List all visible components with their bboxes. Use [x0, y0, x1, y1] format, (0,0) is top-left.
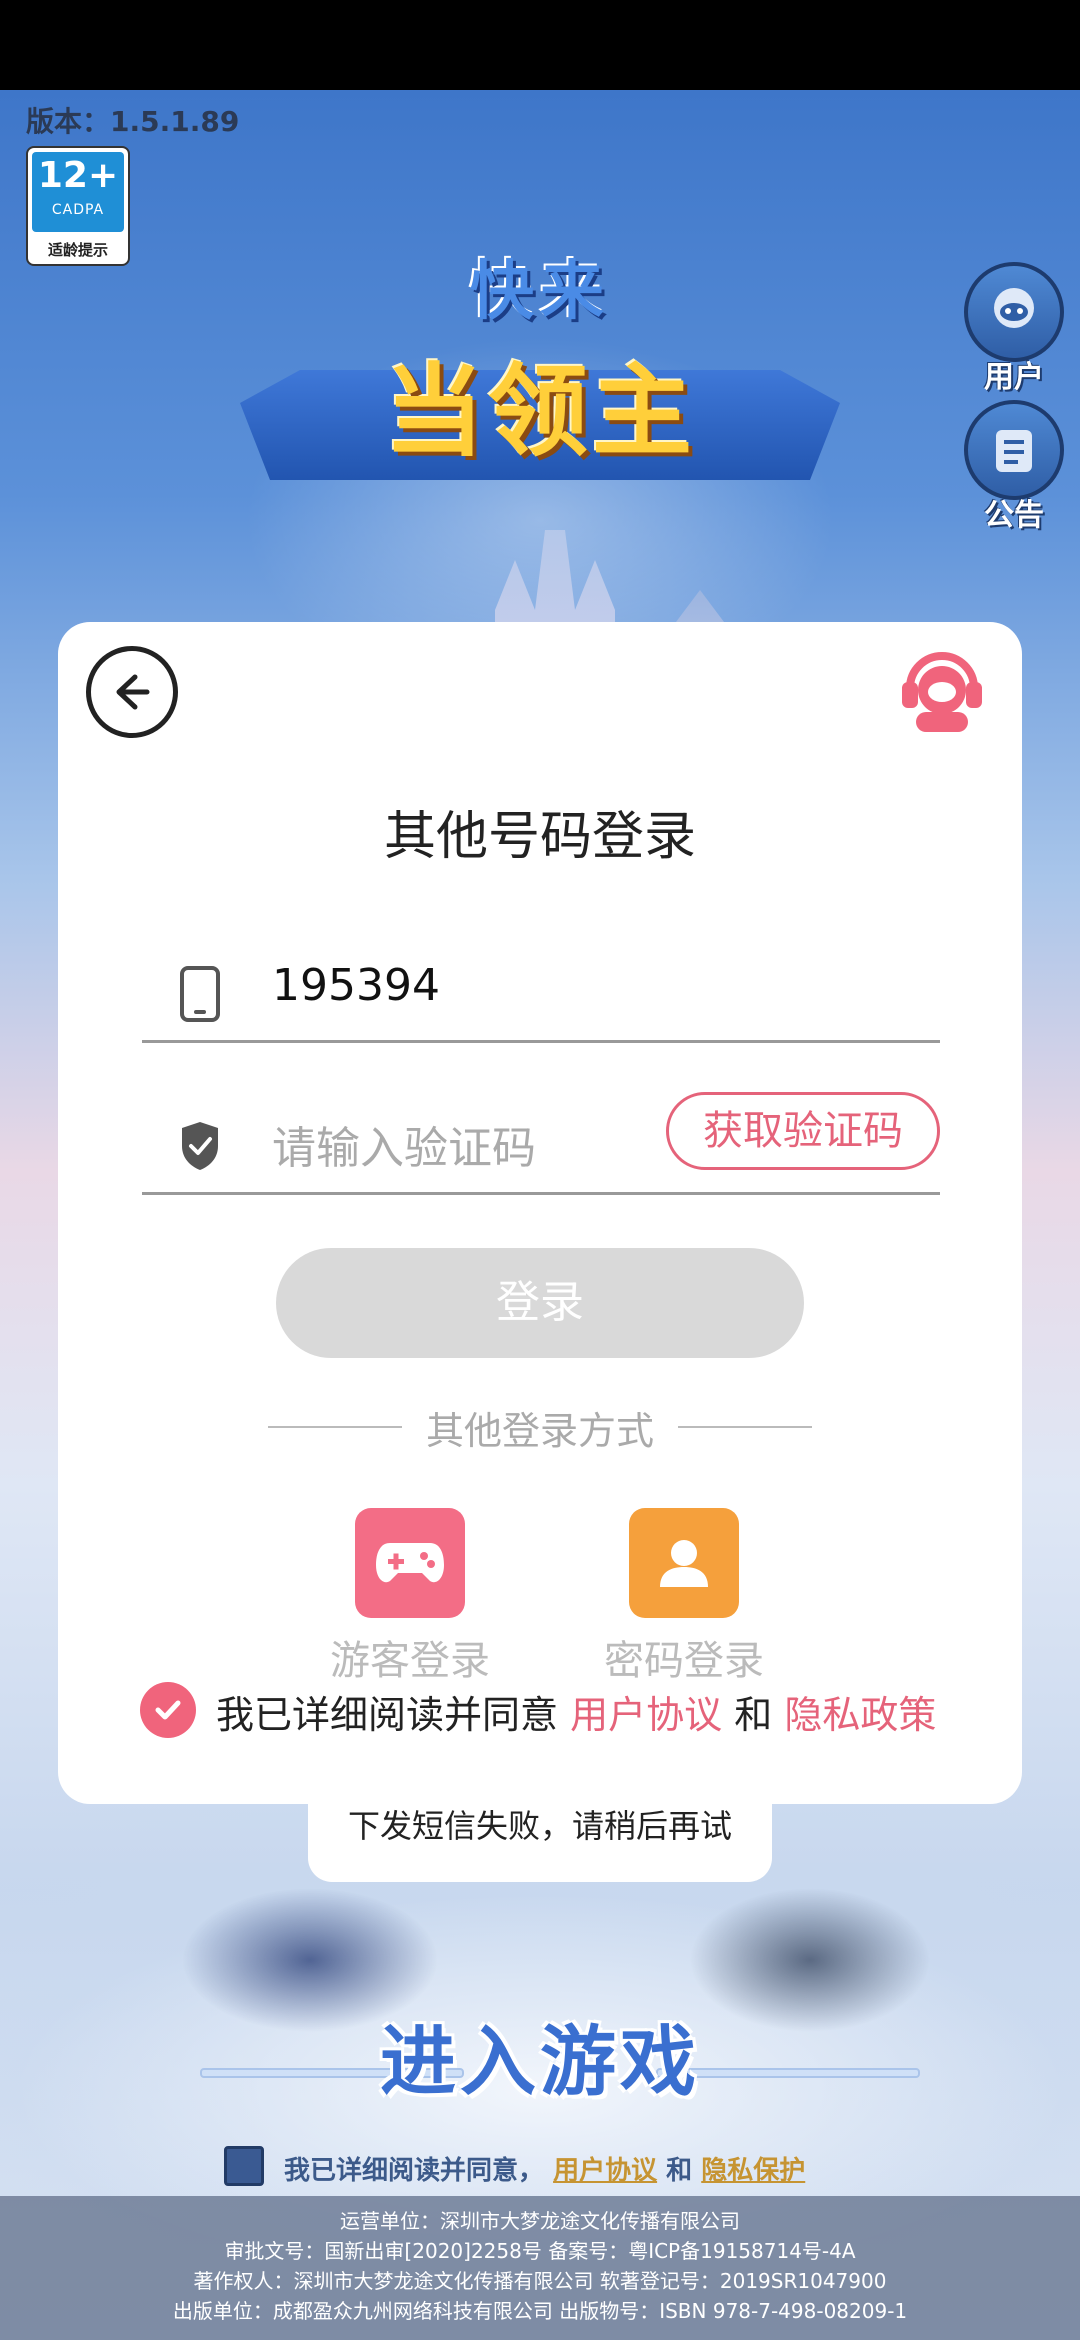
- shield-check-icon: [182, 1122, 218, 1170]
- footer-line: 审批文号：国新出审[2020]2258号 备案号：粤ICP备19158714号-…: [224, 2239, 856, 2263]
- game-logo: 快来 当领主: [230, 220, 850, 520]
- agreement-checkbox[interactable]: [140, 1682, 196, 1738]
- footer-line: 著作权人：深圳市大梦龙途文化传播有限公司 软著登记号：2019SR1047900: [193, 2269, 887, 2293]
- notice-button-label: 公告: [984, 498, 1044, 533]
- age-rating-value: 12+: [37, 155, 119, 196]
- user-icon: [629, 1508, 739, 1618]
- age-rating-tip: 适龄提示: [47, 241, 108, 259]
- footer-line: 运营单位：深圳市大梦龙途文化传播有限公司: [340, 2209, 740, 2233]
- code-field[interactable]: 请输入验证码 获取验证码: [142, 1092, 940, 1195]
- agreement-row: 我已详细阅读并同意 用户协议 和 隐私政策: [140, 1680, 1000, 1740]
- logo-line2: 当领主: [384, 353, 696, 470]
- back-arrow-icon: [116, 674, 150, 710]
- enter-game-button[interactable]: 进入游戏: [0, 2000, 1080, 2110]
- back-button[interactable]: [86, 646, 178, 738]
- age-rating-badge[interactable]: 12+ CADPA 适龄提示: [26, 146, 130, 266]
- phone-input-value[interactable]: 195394: [272, 960, 440, 1011]
- footer-info: 运营单位：深圳市大梦龙途文化传播有限公司 审批文号：国新出审[2020]2258…: [0, 2196, 1080, 2340]
- notice-board-icon: [964, 400, 1064, 500]
- phone-field[interactable]: 195394: [142, 940, 940, 1043]
- agreement-prefix: 我已详细阅读并同意: [216, 1693, 559, 1737]
- bottom-agreement-checkbox[interactable]: [224, 2146, 264, 2186]
- customer-service-icon[interactable]: [892, 638, 992, 738]
- get-code-button[interactable]: 获取验证码: [666, 1092, 940, 1170]
- other-methods-divider: 其他登录方式: [268, 1396, 812, 1456]
- bottom-agreement-prefix: 我已详细阅读并同意，: [284, 2156, 545, 2186]
- login-button[interactable]: 登录: [276, 1248, 804, 1358]
- user-button[interactable]: 用户: [964, 262, 1064, 396]
- bottom-agreement-and: 和: [666, 2156, 693, 2186]
- bottom-user-agreement-link[interactable]: 用户协议: [553, 2156, 657, 2186]
- logo-line1: 快来: [470, 255, 610, 329]
- phone-icon: [180, 966, 220, 1022]
- notice-button[interactable]: 公告: [964, 400, 1064, 534]
- guest-login-label: 游客登录: [330, 1638, 490, 1684]
- gamepad-icon: [355, 1508, 465, 1618]
- password-login-button[interactable]: 密码登录: [594, 1508, 774, 1686]
- checkmark-icon: [155, 1700, 181, 1720]
- guest-login-button[interactable]: 游客登录: [320, 1508, 500, 1686]
- footer-line: 出版单位：成都盈众九州网络科技有限公司 出版物号：ISBN 978-7-498-…: [172, 2299, 908, 2323]
- panel-title: 其他号码登录: [383, 807, 696, 867]
- password-login-label: 密码登录: [604, 1638, 764, 1684]
- toast-message: 下发短信失败，请稍后再试: [308, 1770, 772, 1882]
- user-button-label: 用户: [984, 360, 1044, 395]
- login-panel: 其他号码登录 195394 请输入验证码 获取验证码 登录 其他登录方式 游客登…: [58, 622, 1022, 1804]
- bottom-privacy-link[interactable]: 隐私保护: [701, 2156, 805, 2186]
- code-input-placeholder[interactable]: 请输入验证码: [272, 1112, 536, 1176]
- age-rating-org: CADPA: [51, 202, 105, 218]
- privacy-policy-link[interactable]: 隐私政策: [784, 1693, 936, 1737]
- user-agreement-link[interactable]: 用户协议: [570, 1693, 722, 1737]
- user-avatar-icon: [964, 262, 1064, 362]
- agreement-and: 和: [734, 1693, 773, 1737]
- divider-line-right: [678, 1426, 812, 1428]
- version-label: 版本：1.5.1.89: [26, 105, 240, 138]
- status-bar: [0, 0, 1080, 90]
